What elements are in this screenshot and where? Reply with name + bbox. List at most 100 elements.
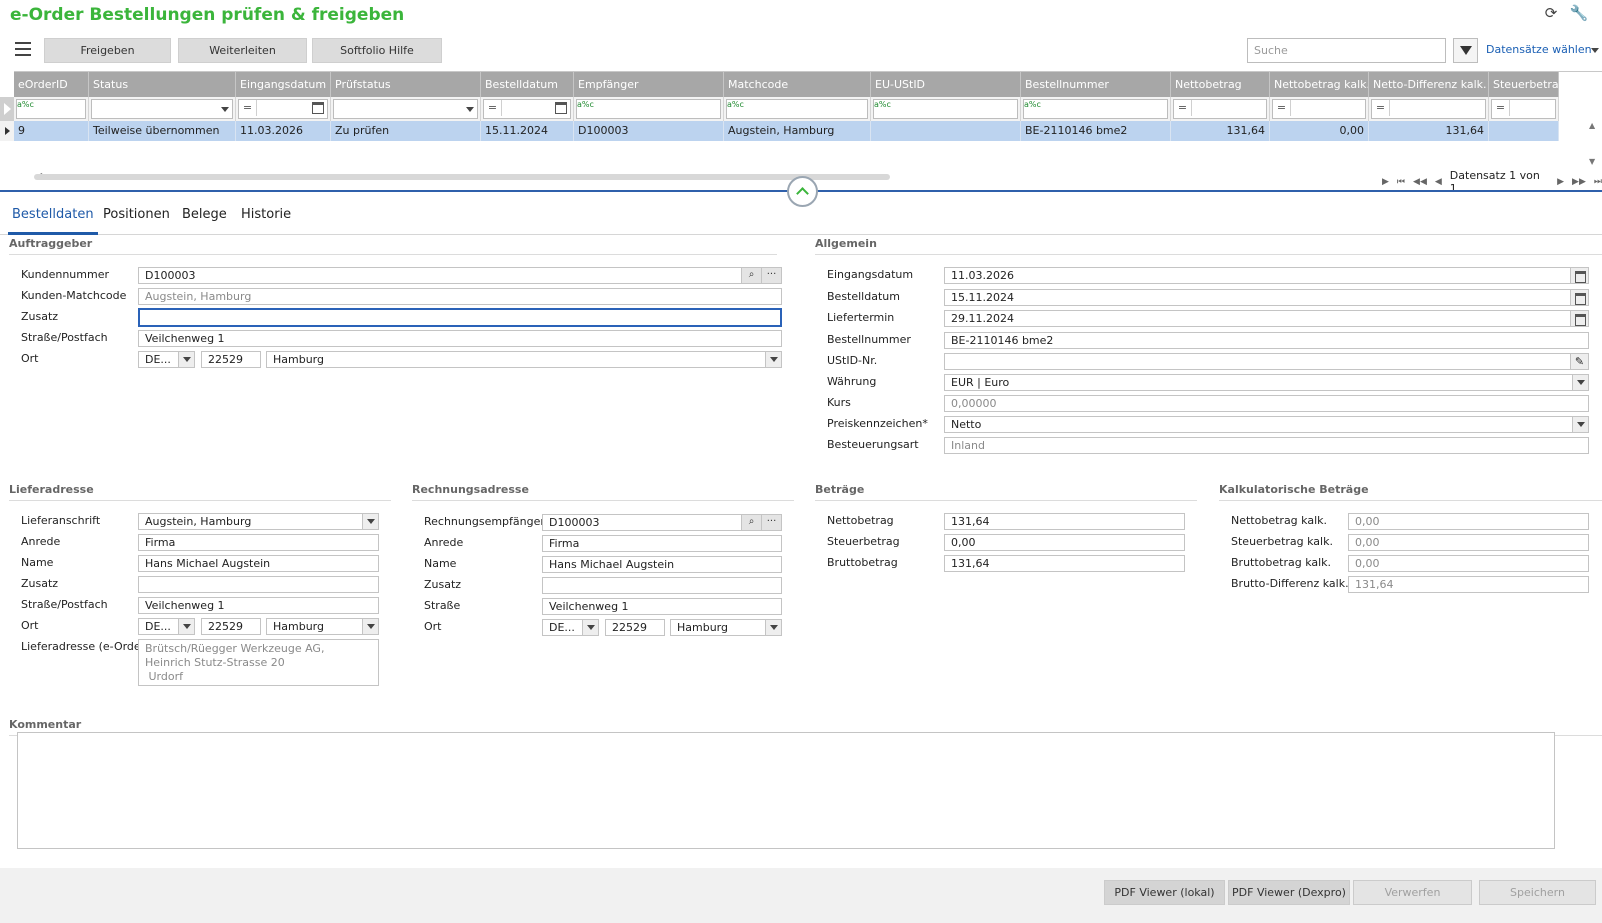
search-icon[interactable]: ⌕ [741,515,761,530]
filter-input[interactable] [873,99,1018,119]
bruttobetrag-field[interactable]: 131,64 [944,555,1185,572]
plz-field[interactable]: 22529 [201,618,261,635]
zusatz-field[interactable] [138,308,782,327]
vertical-scrollbar[interactable]: ▲ ▼ [1586,121,1600,171]
chevron-down-icon[interactable] [466,107,474,112]
column-header[interactable]: Netto-Differenz kalk. [1369,72,1489,97]
calendar-icon[interactable] [1570,268,1588,283]
strasse-field[interactable]: Veilchenweg 1 [138,330,782,347]
column-header[interactable]: Status [89,72,236,97]
search-icon[interactable]: ⌕ [741,268,761,283]
chevron-down-icon[interactable] [1572,375,1588,390]
filter-operator[interactable]: a%c [874,100,891,109]
filter-operator[interactable]: = [484,100,502,116]
liefertermin-field[interactable]: 29.11.2024 [944,310,1589,327]
rechnungsempfaenger-field[interactable]: D100003 ⌕ ··· [542,514,782,531]
pdf-viewer-dexpro-button[interactable]: PDF Viewer (Dexpro) [1228,880,1350,905]
column-header[interactable]: Nettobetrag kalk. [1270,72,1369,97]
land-select[interactable]: DE... [138,351,195,368]
column-header[interactable]: Eingangsdatum [236,72,331,97]
strasse-field[interactable]: Veilchenweg 1 [138,597,379,614]
next-page-icon[interactable]: ▶ [1382,177,1389,187]
column-header[interactable]: Nettobetrag [1171,72,1270,97]
name-field[interactable]: Hans Michael Augstein [138,555,379,572]
chevron-down-icon[interactable] [582,620,598,635]
chevron-down-icon[interactable] [178,352,194,367]
zusatz-field[interactable] [138,576,379,593]
calendar-icon[interactable] [312,102,324,114]
next-page-fast-icon[interactable]: ▶▶ [1572,177,1586,187]
land-select[interactable]: DE... [542,619,599,636]
softfolio-hilfe-button[interactable]: Softfolio Hilfe [312,38,442,63]
last-page-icon[interactable]: ⏭ [1594,177,1602,187]
column-filter[interactable]: a%c [574,97,724,121]
column-header[interactable]: Matchcode [724,72,871,97]
column-header[interactable]: EU-UStID [871,72,1021,97]
column-filter[interactable]: = [1369,97,1489,121]
chevron-down-icon[interactable] [765,620,781,635]
filter-operator[interactable]: a%c [727,100,744,109]
prev-page-icon[interactable]: ◀ [1435,177,1442,187]
scroll-up-icon[interactable]: ▲ [1589,121,1595,130]
chevron-down-icon[interactable] [362,514,378,529]
ort-select[interactable]: Hamburg [266,351,782,368]
column-header[interactable]: Steuerbetrag [1489,72,1559,97]
tab-belege[interactable]: Belege [178,207,231,235]
pdf-viewer-lokal-button[interactable]: PDF Viewer (lokal) [1104,880,1225,905]
more-icon[interactable]: ··· [761,268,781,283]
tab-positionen[interactable]: Positionen [99,207,174,235]
pencil-icon[interactable]: ✎ [1570,354,1588,369]
anrede-field[interactable]: Firma [138,534,379,551]
scroll-down-icon[interactable]: ▼ [1589,157,1595,166]
freigeben-button[interactable]: Freigeben [44,38,171,63]
column-filter[interactable]: = [236,97,331,121]
column-header[interactable]: Prüfstatus [331,72,481,97]
filter-operator[interactable]: = [1372,100,1390,116]
chevron-down-icon[interactable] [362,619,378,634]
calendar-icon[interactable] [555,102,567,114]
plz-field[interactable]: 22529 [605,619,665,636]
preiskennzeichen-select[interactable]: Netto [944,416,1589,433]
plz-field[interactable]: 22529 [201,351,261,368]
filter-operator[interactable]: a%c [577,100,594,109]
column-header[interactable]: Bestellnummer [1021,72,1171,97]
column-filter[interactable]: = [1171,97,1270,121]
tab-bestelldaten[interactable]: Bestelldaten [8,207,98,235]
column-filter[interactable]: = [1270,97,1369,121]
hamburger-menu-icon[interactable] [15,42,31,56]
refresh-icon[interactable]: ⟳ [1542,4,1560,22]
calendar-icon[interactable] [1570,290,1588,305]
lieferanschrift-select[interactable]: Augstein, Hamburg [138,513,379,530]
chevron-down-icon[interactable] [765,352,781,367]
chevron-down-icon[interactable] [1572,417,1588,432]
filter-operator[interactable]: = [239,100,257,116]
filter-operator[interactable]: a%c [1024,100,1041,109]
filter-operator[interactable]: a%c [17,100,34,109]
more-icon[interactable]: ··· [761,515,781,530]
filter-input[interactable] [1023,99,1168,119]
tab-historie[interactable]: Historie [237,207,295,235]
bestellnummer-field[interactable]: BE-2110146 bme2 [944,332,1589,349]
filter-operator[interactable]: = [1492,100,1510,116]
ustid-field[interactable]: ✎ [944,353,1589,370]
records-select-dropdown[interactable]: Datensätze wählen [1486,43,1599,56]
table-row[interactable]: 9 Teilweise übernommen 11.03.2026 Zu prüfen… [14,121,1559,141]
bestelldatum-field[interactable]: 15.11.2024 [944,289,1589,306]
first-page-icon[interactable]: ⏮ [1397,177,1405,187]
horizontal-scrollbar[interactable] [34,174,890,180]
eingangsdatum-field[interactable]: 11.03.2026 [944,267,1589,284]
column-filter[interactable]: a%c [724,97,871,121]
filter-input[interactable] [333,99,478,119]
column-filter[interactable]: a%c [1021,97,1171,121]
filter-input[interactable] [726,99,868,119]
weiterleiten-button[interactable]: Weiterleiten [178,38,307,63]
column-header[interactable]: eOrderID [14,72,89,97]
column-filter[interactable]: a%c [14,97,89,121]
column-filter[interactable] [331,97,481,121]
speichern-button[interactable]: Speichern [1479,880,1596,905]
prev-page-fast-icon[interactable]: ◀◀ [1413,177,1427,187]
verwerfen-button[interactable]: Verwerfen [1353,880,1472,905]
kommentar-textarea[interactable] [17,732,1555,849]
column-header[interactable]: Bestelldatum [481,72,574,97]
calendar-icon[interactable] [1570,311,1588,326]
